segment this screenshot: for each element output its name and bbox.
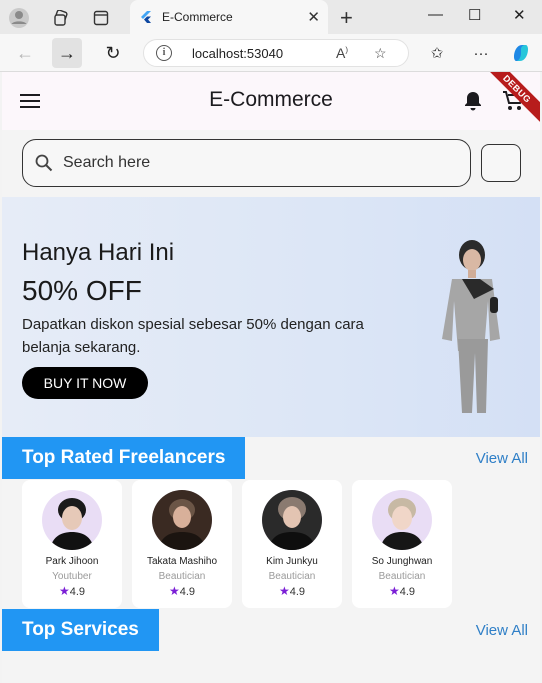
favorites-icon[interactable]: ✩ — [422, 38, 452, 68]
browser-tab[interactable]: E-Commerce ✕ — [130, 0, 328, 35]
tab-actions-icon[interactable] — [90, 7, 112, 29]
banner-model-image — [442, 240, 500, 413]
maximize-icon[interactable]: ☐ — [468, 6, 481, 24]
freelancer-name: Park Jihoon — [45, 556, 99, 567]
star-icon: ★ — [168, 584, 180, 598]
address-bar[interactable]: i localhost:53040 A) ☆ — [143, 39, 409, 67]
buy-it-now-button[interactable]: BUY IT NOW — [22, 367, 148, 399]
search-input[interactable] — [63, 150, 453, 176]
freelancer-card[interactable]: Park Jihoon Youtuber ★4.9 — [22, 480, 122, 608]
freelancer-rating: ★4.9 — [388, 584, 416, 598]
back-icon[interactable]: ← — [10, 38, 40, 68]
top-services-view-all-link[interactable]: View All — [476, 622, 528, 639]
freelancer-card[interactable]: Takata Mashiho Beautician ★4.9 — [132, 480, 232, 608]
star-icon: ★ — [58, 584, 70, 598]
close-window-icon[interactable]: ✕ — [513, 6, 526, 24]
app-viewport: E-Commerce DEBUG Hanya Hari Ini 50% OFF … — [2, 72, 540, 683]
star-icon: ★ — [278, 584, 290, 598]
search-icon — [35, 154, 53, 172]
address-text[interactable]: localhost:53040 — [192, 46, 283, 61]
banner-discount: 50% OFF — [22, 275, 142, 306]
freelancer-rating: ★4.9 — [278, 584, 306, 598]
freelancer-role: Beautician — [378, 571, 426, 582]
profile-icon[interactable] — [8, 7, 30, 29]
freelancer-list: Park Jihoon Youtuber ★4.9 Takata Mashiho… — [22, 480, 540, 608]
more-icon[interactable]: ··· — [466, 38, 496, 68]
refresh-icon[interactable]: ↻ — [98, 38, 128, 68]
close-tab-icon[interactable]: ✕ — [307, 8, 320, 26]
top-rated-heading: Top Rated Freelancers — [2, 437, 246, 479]
app-bar: E-Commerce DEBUG — [2, 72, 540, 130]
freelancer-rating: ★4.9 — [168, 584, 196, 598]
freelancer-role: Youtuber — [52, 571, 92, 582]
top-services-heading: Top Services — [2, 609, 159, 651]
workspaces-icon[interactable] — [50, 7, 72, 29]
forward-icon[interactable]: → — [52, 38, 82, 68]
freelancer-role: Beautician — [158, 571, 206, 582]
avatar — [372, 490, 432, 550]
freelancer-name: Takata Mashiho — [146, 556, 218, 567]
star-icon: ★ — [388, 584, 400, 598]
new-tab-icon[interactable]: + — [340, 5, 353, 31]
site-info-icon[interactable]: i — [156, 45, 172, 61]
top-rated-view-all-link[interactable]: View All — [476, 450, 528, 467]
tab-title: E-Commerce — [162, 10, 233, 24]
freelancer-card[interactable]: So Junghwan Beautician ★4.9 — [352, 480, 452, 608]
browser-tab-bar: E-Commerce ✕ + — ☐ ✕ — [0, 0, 542, 35]
browser-toolbar: ← → ↻ i localhost:53040 A) ☆ ✩ ··· — [0, 34, 542, 72]
search-box[interactable] — [22, 139, 471, 187]
avatar — [152, 490, 212, 550]
promo-banner: Hanya Hari Ini 50% OFF Dapatkan diskon s… — [2, 197, 540, 437]
filter-button[interactable] — [481, 144, 521, 182]
read-aloud-icon[interactable]: A) — [336, 45, 348, 61]
avatar — [42, 490, 102, 550]
freelancer-name: Kim Junkyu — [266, 556, 318, 567]
app-title: E-Commerce — [209, 88, 333, 111]
avatar — [262, 490, 322, 550]
freelancer-role: Beautician — [268, 571, 316, 582]
minimize-icon[interactable]: — — [428, 6, 443, 23]
notification-bell-icon[interactable] — [462, 90, 484, 112]
flutter-icon — [141, 11, 151, 23]
freelancer-rating: ★4.9 — [58, 584, 86, 598]
freelancer-card[interactable]: Kim Junkyu Beautician ★4.9 — [242, 480, 342, 608]
banner-title: Hanya Hari Ini — [22, 239, 175, 266]
freelancer-name: So Junghwan — [371, 556, 433, 567]
favorite-star-icon[interactable]: ☆ — [374, 45, 387, 62]
copilot-icon[interactable] — [506, 38, 536, 68]
banner-description: Dapatkan diskon spesial sebesar 50% deng… — [22, 316, 364, 356]
